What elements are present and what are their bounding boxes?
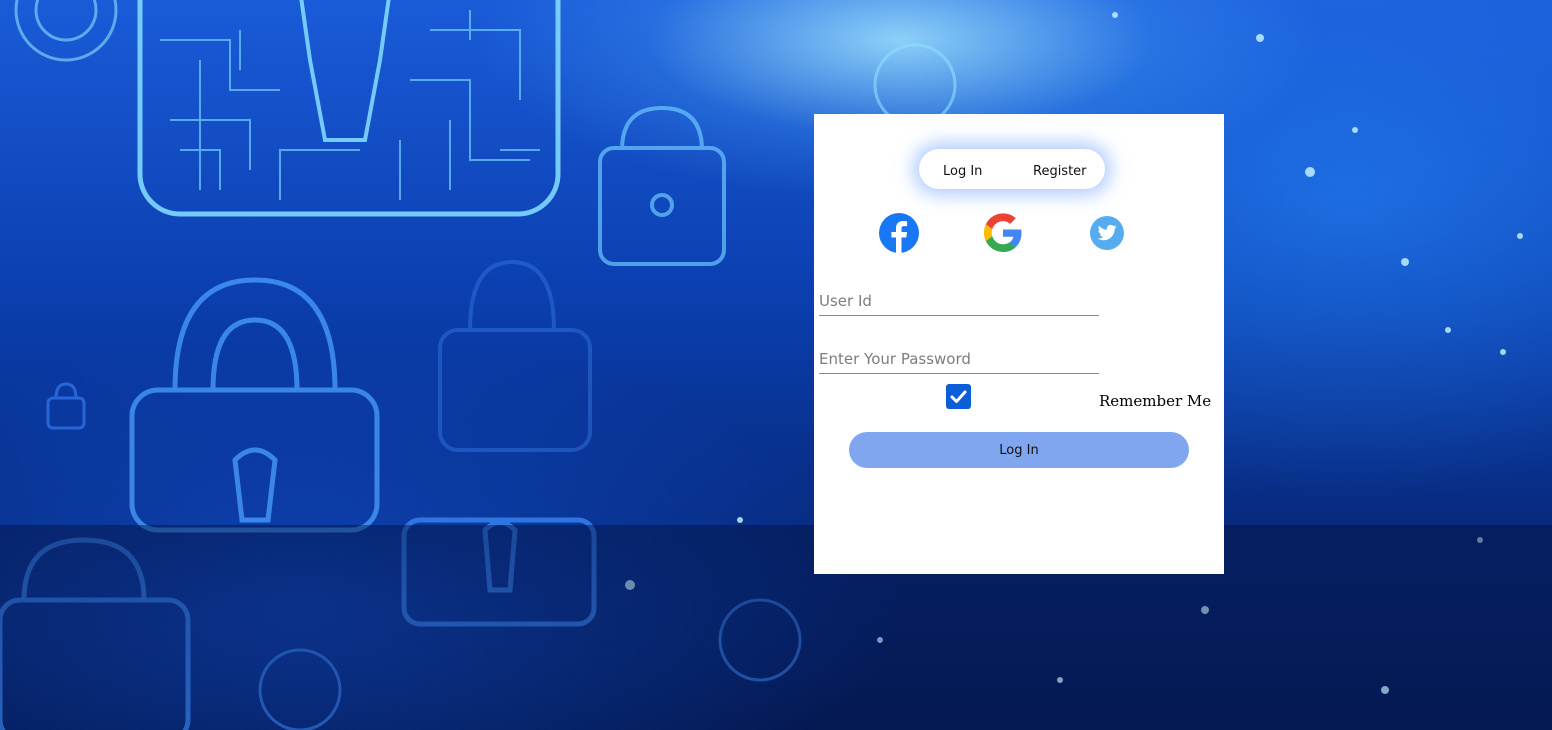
log-in-submit-button[interactable]: Log In	[849, 432, 1189, 468]
facebook-login-button[interactable]	[878, 210, 920, 260]
twitter-icon	[1089, 208, 1125, 262]
tab-register[interactable]: Register	[1033, 149, 1087, 189]
checkmark-icon	[950, 390, 967, 403]
facebook-icon	[878, 208, 920, 262]
remember-me-checkbox[interactable]	[946, 384, 971, 409]
password-input[interactable]	[819, 345, 1099, 374]
user-id-input[interactable]	[819, 287, 1099, 316]
tab-log-in[interactable]: Log In	[943, 149, 982, 189]
remember-me-label: Remember Me	[1099, 392, 1212, 410]
google-login-button[interactable]	[982, 210, 1024, 260]
google-icon	[982, 208, 1024, 262]
login-panel: Log In Register User Id Remember Me Log …	[814, 114, 1224, 574]
background-lower-band	[0, 525, 1552, 730]
auth-toggle: Log In Register	[919, 149, 1105, 189]
twitter-login-button[interactable]	[1089, 210, 1125, 260]
